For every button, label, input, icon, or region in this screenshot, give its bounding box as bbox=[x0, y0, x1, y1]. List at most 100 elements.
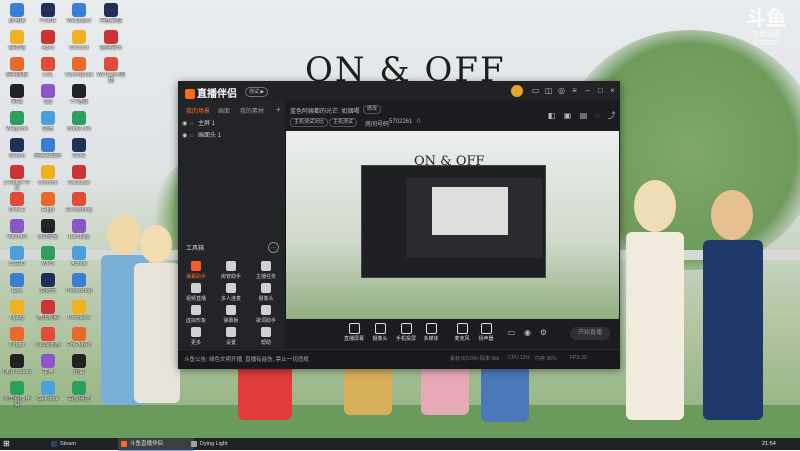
lock-icon[interactable]: ⌂ bbox=[190, 119, 198, 130]
tool-button[interactable]: 主播任务 bbox=[251, 261, 281, 280]
desktop-icon[interactable]: Discord bbox=[64, 30, 94, 57]
desktop-icon[interactable]: Everything bbox=[64, 192, 94, 219]
toolbox-more-button[interactable]: … bbox=[268, 242, 279, 253]
tool-button[interactable]: 视频直播 bbox=[181, 283, 211, 302]
desktop-icon[interactable]: 迅雷 bbox=[64, 354, 94, 381]
tool-button[interactable]: 房管助手 bbox=[216, 261, 246, 280]
desktop-icon[interactable]: 爱奇艺 bbox=[33, 273, 63, 300]
tool-button[interactable]: 弹幕板 bbox=[216, 305, 246, 324]
desktop-icon[interactable]: Uplay bbox=[2, 300, 32, 327]
desktop-icon[interactable]: QQ bbox=[33, 84, 63, 111]
desktop-icon[interactable]: GeForce bbox=[33, 381, 63, 408]
tab-my-scenes[interactable]: 我的场景 bbox=[186, 106, 210, 115]
source-button[interactable]: 麦克风 bbox=[451, 323, 473, 342]
visibility-icon[interactable]: ◉ bbox=[182, 119, 190, 130]
settings-icon[interactable]: ⚙ bbox=[539, 328, 548, 337]
taskbar-item[interactable]: 斗鱼直播伴侣 bbox=[118, 438, 194, 451]
tool-button[interactable]: 歌词助手 bbox=[251, 305, 281, 324]
desktop-icon[interactable]: CSGO bbox=[2, 246, 32, 273]
desktop-icon[interactable]: Epic bbox=[2, 273, 32, 300]
desktop-icon[interactable]: UU加速器 bbox=[33, 327, 63, 354]
desktop-icon[interactable]: 酷狗音乐 bbox=[96, 30, 126, 57]
go-live-button[interactable]: 开始直播 bbox=[570, 327, 610, 340]
desktop-icon[interactable]: Photoshop bbox=[64, 273, 94, 300]
desktop-icon[interactable]: 微信 bbox=[33, 111, 63, 138]
taskbar-item[interactable]: Dying Light bbox=[188, 438, 260, 450]
desktop-icon[interactable]: GOG bbox=[64, 138, 94, 165]
desktop-icon[interactable]: Adobe bbox=[64, 246, 94, 273]
desktop-icon[interactable]: 2 Relief 中文 bbox=[2, 165, 32, 192]
desktop-icon[interactable]: 网易云音乐 bbox=[33, 138, 63, 165]
cart-icon[interactable]: ◧ bbox=[547, 111, 556, 120]
chart-icon[interactable]: ▤ bbox=[579, 111, 588, 120]
desktop-icon[interactable]: Wegame bbox=[2, 111, 32, 138]
tool-button[interactable]: 设置 bbox=[216, 327, 246, 346]
desktop-icon[interactable]: PUBG bbox=[33, 3, 63, 30]
gift-box-icon[interactable]: ▣ bbox=[563, 111, 572, 120]
desktop-icon[interactable]: Premiere bbox=[64, 300, 94, 327]
message-icon[interactable]: ▭ bbox=[531, 86, 540, 95]
tool-button[interactable]: 更多 bbox=[181, 327, 211, 346]
source-button[interactable]: 直播屏幕 bbox=[343, 323, 365, 342]
menu-icon[interactable]: ≡ bbox=[570, 86, 579, 95]
source-button[interactable]: 摄像头 bbox=[369, 323, 391, 342]
desktop-icon[interactable]: Bandizip bbox=[64, 219, 94, 246]
desktop-icon[interactable]: Origin bbox=[2, 327, 32, 354]
avatar[interactable] bbox=[511, 85, 523, 97]
desktop-icon[interactable]: TeamSpeak bbox=[64, 57, 94, 84]
desktop-icon[interactable]: 斗鱼直播伴侣 bbox=[2, 381, 32, 408]
bell-icon[interactable]: ◌ bbox=[593, 111, 602, 120]
category-tag[interactable]: 主机测试 bbox=[329, 118, 358, 127]
desktop-icon[interactable]: PotPlayer bbox=[64, 327, 94, 354]
tool-button[interactable]: 多人连麦 bbox=[216, 283, 246, 302]
desktop-icon[interactable]: Valorant bbox=[2, 219, 32, 246]
desktop-icon[interactable]: Battle.net bbox=[64, 111, 94, 138]
maximize-icon[interactable]: □ bbox=[596, 86, 605, 95]
clock[interactable]: 21:54 bbox=[762, 438, 776, 450]
gift-icon[interactable]: ◫ bbox=[544, 86, 553, 95]
version-badge[interactable]: 测试 ▶ bbox=[245, 87, 269, 97]
desktop-icon[interactable]: Dota 2 bbox=[2, 192, 32, 219]
share-icon[interactable]: ⤴ bbox=[607, 111, 616, 120]
tab-screen[interactable]: 画面 bbox=[218, 106, 230, 115]
title-bar[interactable]: 直播伴侣 测试 ▶ ▭ ◫ ◎ ≡ – □ × bbox=[178, 81, 620, 101]
start-icon[interactable]: ⊞ bbox=[3, 440, 11, 448]
desktop-icon[interactable]: Rockstar bbox=[64, 165, 94, 192]
source-button[interactable]: 手机投屏 bbox=[395, 323, 417, 342]
tool-button[interactable]: 帮助 bbox=[251, 327, 281, 346]
lock-icon[interactable]: ⌂ bbox=[190, 131, 198, 142]
desktop-icon[interactable]: 此电脑 bbox=[2, 3, 32, 30]
minimize-icon[interactable]: – bbox=[583, 86, 592, 95]
skin-icon[interactable]: ◎ bbox=[557, 86, 566, 95]
desktop-icon[interactable]: 腾讯视频 bbox=[33, 300, 63, 327]
desktop-icon[interactable]: WPS bbox=[33, 246, 63, 273]
eye-icon[interactable]: ◉ bbox=[523, 328, 532, 337]
desktop-icon[interactable]: OBS Studio bbox=[2, 354, 32, 381]
desktop-icon[interactable]: 360安全 bbox=[33, 219, 63, 246]
tool-button[interactable]: 弹幕助手 bbox=[181, 261, 211, 280]
record-icon[interactable]: ▭ bbox=[507, 328, 516, 337]
desktop-icon[interactable]: 控制面板 bbox=[2, 57, 32, 84]
source-button[interactable]: 多媒体 bbox=[420, 323, 442, 342]
desktop-icon[interactable]: WeGame直播 bbox=[96, 57, 126, 84]
category-tag[interactable]: 主机测试对比 bbox=[290, 118, 329, 127]
desktop-icon[interactable]: 阿里云盘 bbox=[96, 3, 126, 30]
tool-button[interactable]: 虚拟形象 bbox=[181, 305, 211, 324]
desktop-icon[interactable]: 百度网盘 bbox=[64, 381, 94, 408]
source-button[interactable]: 扬声器 bbox=[475, 323, 497, 342]
desktop-icon[interactable]: Steam bbox=[2, 138, 32, 165]
room-title[interactable]: 蓝色阿姨都的光芒: 如烟喝 bbox=[290, 106, 359, 115]
visibility-icon[interactable]: ◉ bbox=[182, 131, 190, 142]
desktop-icon[interactable]: Chrome bbox=[33, 165, 63, 192]
desktop-icon[interactable]: Edge bbox=[33, 192, 63, 219]
desktop-icon[interactable]: YY语音 bbox=[64, 84, 94, 111]
stream-preview[interactable]: ON & OFF bbox=[286, 131, 619, 319]
close-icon[interactable]: × bbox=[608, 86, 617, 95]
add-scene-icon[interactable]: + bbox=[276, 105, 281, 114]
edit-title-button[interactable]: 修改 bbox=[363, 105, 382, 114]
tool-button[interactable]: 摄像头 bbox=[251, 283, 281, 302]
desktop-icon[interactable]: Apex bbox=[33, 30, 63, 57]
desktop-icon[interactable]: 网络 bbox=[2, 84, 32, 111]
desktop-icon[interactable]: 回收站 bbox=[2, 30, 32, 57]
desktop-icon[interactable]: LOL bbox=[33, 57, 63, 84]
